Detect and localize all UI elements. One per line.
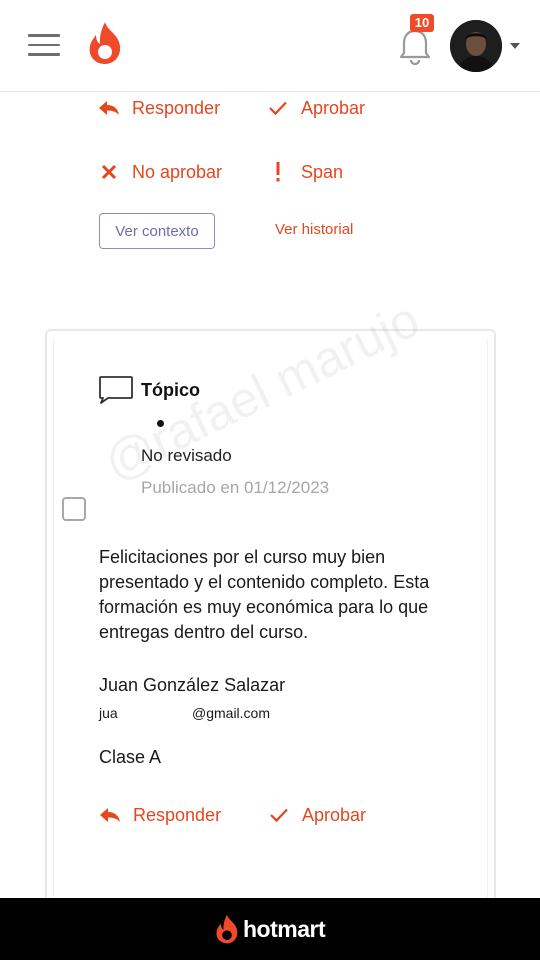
reject-action[interactable]: No aprobar [98, 157, 222, 187]
top-header: 10 [0, 0, 540, 92]
view-history-link[interactable]: Ver historial [275, 221, 353, 238]
chat-bubble-icon [99, 376, 133, 404]
comment-approve-action[interactable]: Aprobar [268, 800, 366, 830]
bullet-dot [157, 420, 164, 427]
notification-count-badge: 10 [410, 14, 434, 32]
approve-action[interactable]: Aprobar [267, 93, 365, 123]
checkmark-icon [268, 804, 290, 826]
comment-reply-label: Responder [133, 804, 222, 825]
published-date: Publicado en 01/12/2023 [141, 478, 330, 497]
reply-action[interactable]: Responder [98, 93, 220, 123]
footer-logo: hotmart [214, 913, 326, 945]
reply-label: Responder [132, 97, 221, 118]
view-context-button[interactable]: Ver contexto [99, 213, 215, 249]
author-email-domain: @gmail.com [192, 705, 271, 721]
hotmart-flame-icon[interactable] [86, 20, 124, 66]
comment-reply-action[interactable]: Responder [99, 800, 221, 830]
author-email-prefix: jua [99, 705, 118, 721]
comment-approve-label: Aprobar [302, 804, 367, 825]
footer-brand-name: hotmart [243, 915, 326, 942]
exclamation-icon [267, 161, 289, 183]
close-x-icon [98, 161, 120, 183]
user-avatar[interactable] [450, 20, 502, 72]
bell-icon[interactable] [398, 26, 432, 66]
reply-arrow-icon [99, 804, 121, 826]
review-status: No revisado [141, 446, 232, 465]
reply-arrow-icon [98, 97, 120, 119]
class-name: Clase A [99, 747, 162, 767]
comment-body: Felicitaciones por el curso muy bien pre… [99, 547, 430, 642]
comment-type-label: Tópico [141, 380, 200, 400]
approve-label: Aprobar [301, 97, 366, 118]
hamburger-menu-icon[interactable] [28, 34, 60, 58]
select-checkbox[interactable] [62, 497, 86, 521]
chevron-down-icon[interactable] [510, 43, 520, 49]
hotmart-flame-icon [216, 914, 238, 944]
spam-action[interactable]: Span [267, 157, 343, 187]
checkmark-icon [267, 97, 289, 119]
spam-label: Span [301, 161, 344, 182]
author-name: Juan González Salazar [99, 675, 286, 695]
reject-label: No aprobar [132, 161, 223, 182]
